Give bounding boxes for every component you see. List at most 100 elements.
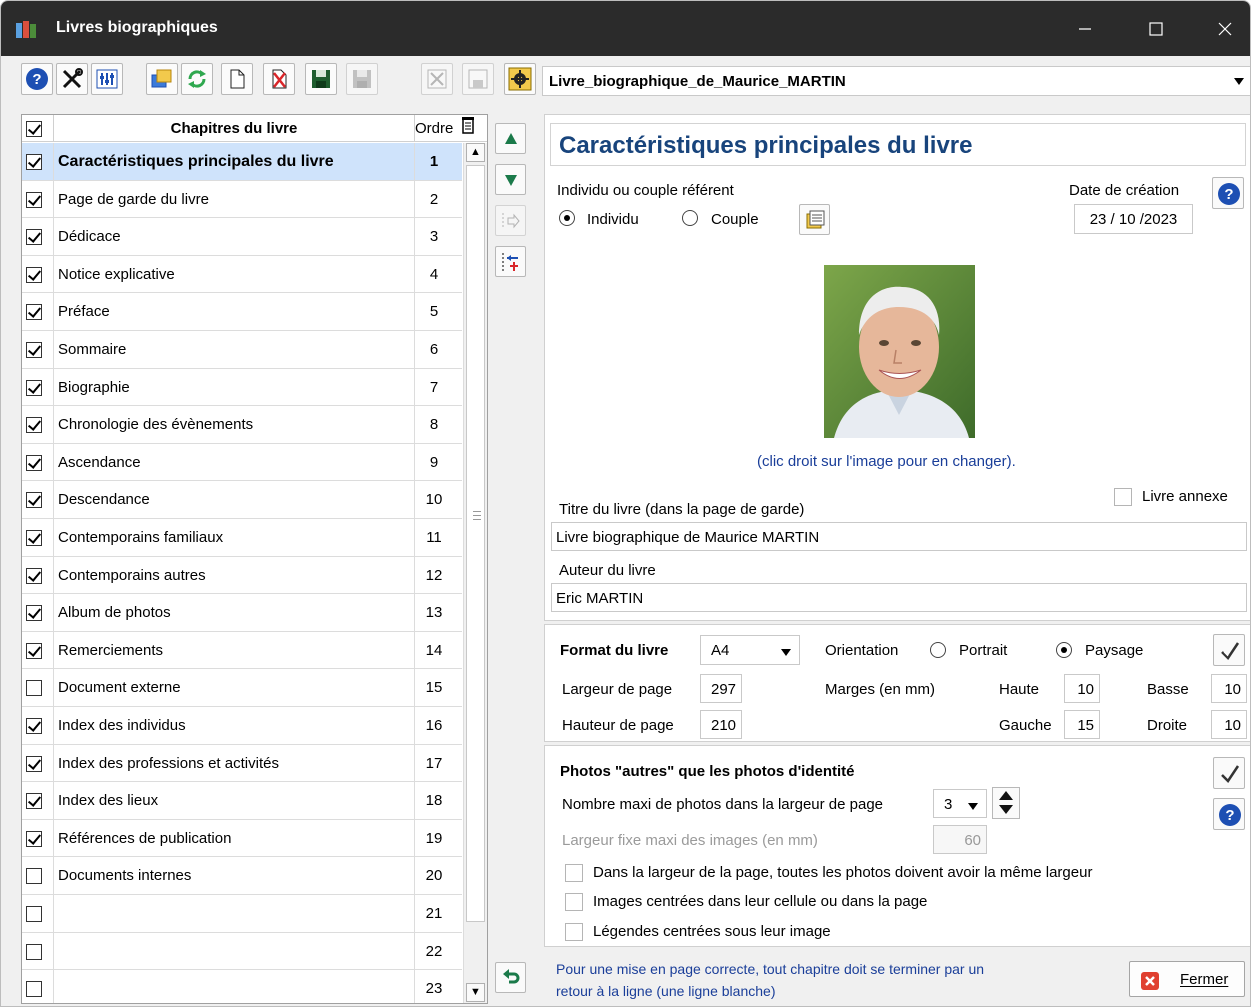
sort-icon[interactable]: [461, 117, 475, 135]
chapter-row[interactable]: Notice explicative 4: [22, 255, 462, 294]
chapter-row[interactable]: Index des professions et activités 17: [22, 744, 462, 783]
annex-checkbox[interactable]: [1114, 488, 1132, 506]
left-margin-field[interactable]: 15: [1064, 710, 1100, 739]
validate-format-button[interactable]: [1213, 634, 1245, 666]
chapter-row[interactable]: Index des lieux 18: [22, 782, 462, 820]
chapter-checkbox[interactable]: [26, 868, 42, 885]
chapter-row[interactable]: Album de photos 13: [22, 594, 462, 632]
tools-button[interactable]: [56, 63, 88, 95]
right-margin-field[interactable]: 10: [1211, 710, 1247, 739]
move-down-button[interactable]: [495, 164, 526, 195]
chapter-checkbox[interactable]: [26, 304, 42, 321]
chapter-row[interactable]: 21: [22, 895, 462, 933]
chapter-row[interactable]: Documents internes 20: [22, 857, 462, 895]
bottom-margin-field[interactable]: 10: [1211, 674, 1247, 703]
chapter-row[interactable]: Contemporains familiaux 11: [22, 519, 462, 557]
creation-date-field[interactable]: 23 / 10 /2023: [1074, 204, 1193, 234]
refresh-button[interactable]: [181, 63, 213, 95]
add-chapter-button[interactable]: [495, 246, 526, 277]
radio-individu[interactable]: [559, 210, 575, 226]
chapter-row[interactable]: Dédicace 3: [22, 218, 462, 256]
chapter-checkbox[interactable]: [26, 718, 42, 734]
chapters-scrollbar[interactable]: ▲ ▼: [463, 143, 487, 1003]
chapter-checkbox[interactable]: [26, 492, 42, 509]
portrait-photo[interactable]: [824, 265, 975, 438]
chapter-row[interactable]: 23: [22, 970, 462, 1003]
validate-photos-button[interactable]: [1213, 757, 1245, 789]
width-field[interactable]: 297: [700, 674, 742, 703]
author-field[interactable]: Eric MARTIN: [551, 583, 1247, 612]
radio-paysage[interactable]: [1056, 642, 1072, 658]
help-button[interactable]: ?: [21, 63, 53, 95]
chapter-checkbox[interactable]: [26, 379, 42, 396]
chapter-row[interactable]: Chronologie des évènements 8: [22, 406, 462, 444]
format-select[interactable]: A4: [700, 635, 800, 665]
save-button[interactable]: [305, 63, 337, 95]
max-photos-select[interactable]: 3: [933, 789, 987, 818]
chapter-row[interactable]: 22: [22, 932, 462, 971]
chapter-row[interactable]: Index des individus 16: [22, 707, 462, 745]
chapter-checkbox[interactable]: [26, 454, 42, 471]
insert-disabled-button[interactable]: [495, 205, 526, 236]
save-disabled-button[interactable]: [346, 63, 378, 95]
chapter-checkbox[interactable]: [26, 755, 42, 772]
help-date-button[interactable]: ?: [1212, 177, 1244, 209]
chapter-checkbox[interactable]: [26, 680, 42, 697]
cancel-disabled-button[interactable]: [421, 63, 453, 95]
chapter-row[interactable]: Biographie 7: [22, 368, 462, 407]
chapter-row[interactable]: Contemporains autres 12: [22, 556, 462, 595]
chapter-checkbox[interactable]: [26, 605, 42, 622]
scroll-thumb[interactable]: [466, 165, 485, 922]
settings-sliders-button[interactable]: [91, 63, 123, 95]
same-width-checkbox[interactable]: [565, 864, 583, 882]
new-document-button[interactable]: [221, 63, 253, 95]
centered-images-checkbox[interactable]: [565, 893, 583, 911]
chapter-row[interactable]: Préface 5: [22, 293, 462, 331]
chapter-row[interactable]: Document externe 15: [22, 669, 462, 707]
chapter-checkbox[interactable]: [26, 154, 42, 170]
chapter-checkbox[interactable]: [26, 266, 42, 283]
validate-disabled-button[interactable]: [462, 63, 494, 95]
chapter-checkbox[interactable]: [26, 793, 42, 810]
centered-captions-checkbox[interactable]: [565, 923, 583, 941]
chapter-checkbox[interactable]: [26, 342, 42, 358]
chapter-checkbox[interactable]: [26, 417, 42, 434]
move-up-button[interactable]: [495, 123, 526, 154]
chapter-checkbox[interactable]: [26, 981, 42, 998]
radio-portrait[interactable]: [930, 642, 946, 658]
chapter-row[interactable]: Descendance 10: [22, 481, 462, 519]
chapter-checkbox[interactable]: [26, 567, 42, 584]
title-field[interactable]: Livre biographique de Maurice MARTIN: [551, 522, 1247, 551]
book-selector[interactable]: Livre_biographique_de_Maurice_MARTIN: [542, 66, 1250, 96]
chapter-checkbox[interactable]: [26, 642, 42, 659]
close-window-button[interactable]: [1197, 11, 1250, 47]
select-person-button[interactable]: [799, 204, 830, 235]
max-photos-spinner[interactable]: [992, 787, 1020, 819]
check-all-checkbox[interactable]: [26, 121, 42, 137]
help-photos-button[interactable]: ?: [1213, 798, 1245, 830]
scroll-down-arrow[interactable]: ▼: [466, 983, 485, 1002]
chapter-checkbox[interactable]: [26, 229, 42, 246]
chapter-checkbox[interactable]: [26, 943, 42, 960]
minimize-button[interactable]: [1057, 11, 1113, 47]
chapter-row[interactable]: Page de garde du livre 2: [22, 180, 462, 219]
fixed-width-field[interactable]: 60: [933, 825, 987, 854]
undo-button[interactable]: [495, 962, 526, 993]
chapter-row[interactable]: Sommaire 6: [22, 331, 462, 369]
header-order[interactable]: Ordre: [415, 120, 453, 137]
delete-document-button[interactable]: [263, 63, 295, 95]
radio-couple[interactable]: [682, 210, 698, 226]
chapter-row[interactable]: Caractéristiques principales du livre 1: [22, 143, 462, 181]
height-field[interactable]: 210: [700, 710, 742, 739]
chapter-checkbox[interactable]: [26, 530, 42, 546]
maximize-button[interactable]: [1128, 11, 1184, 47]
chapter-row[interactable]: Remerciements 14: [22, 631, 462, 670]
scroll-up-arrow[interactable]: ▲: [466, 143, 485, 162]
chapter-checkbox[interactable]: [26, 906, 42, 922]
chapter-checkbox[interactable]: [26, 830, 42, 847]
top-margin-field[interactable]: 10: [1064, 674, 1100, 703]
open-document-button[interactable]: [146, 63, 178, 95]
options-button[interactable]: [504, 63, 536, 95]
chapter-checkbox[interactable]: [26, 191, 42, 208]
chapter-row[interactable]: Références de publication 19: [22, 819, 462, 858]
